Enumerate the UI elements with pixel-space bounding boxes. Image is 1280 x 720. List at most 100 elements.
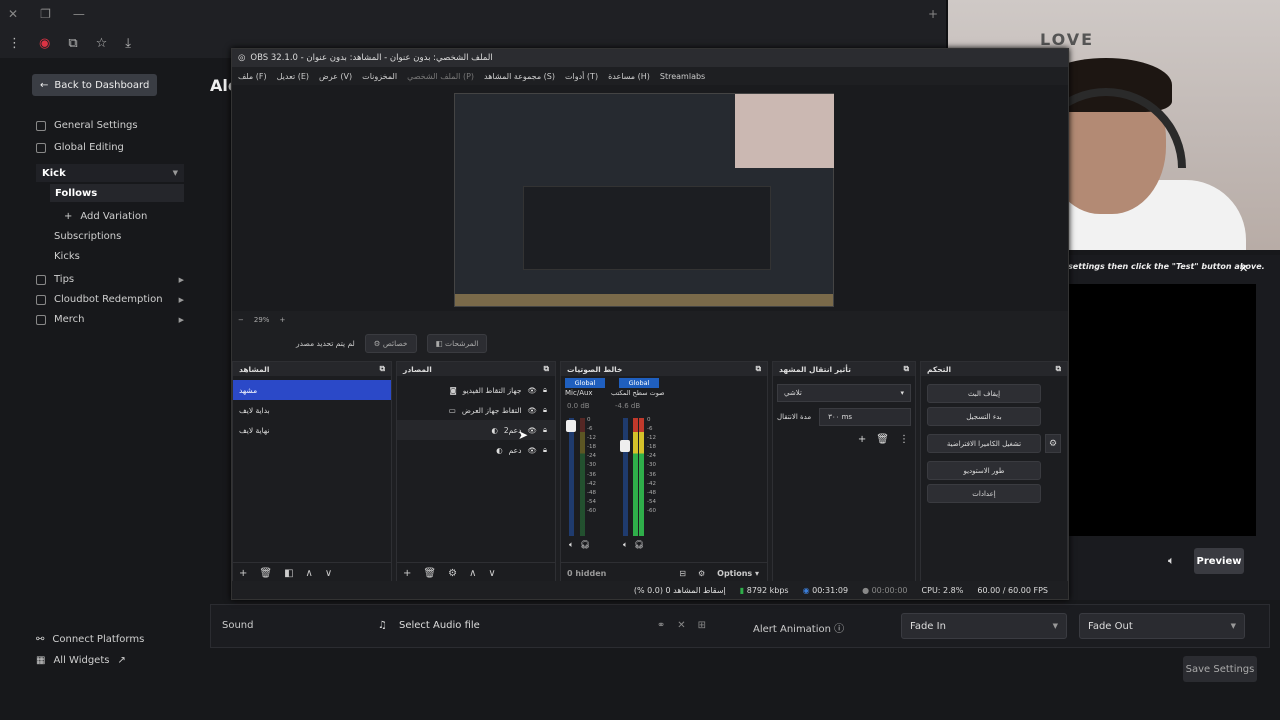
menu-profile[interactable]: الملف الشخصي (P) xyxy=(407,72,474,81)
minimize-icon[interactable]: — xyxy=(73,7,85,21)
star-icon[interactable]: ☆ xyxy=(96,36,108,51)
scene-item[interactable]: مشهد xyxy=(233,380,391,400)
desktop-volume-track[interactable] xyxy=(623,418,628,536)
connect-platforms-link[interactable]: ⚯ Connect Platforms xyxy=(36,634,144,645)
menu-file[interactable]: ملف (F) xyxy=(238,72,267,81)
popout-icon[interactable]: ⧉ xyxy=(756,364,761,374)
add-icon[interactable]: + xyxy=(239,568,247,579)
gear-icon[interactable]: ⚙ xyxy=(698,569,705,578)
stop-streaming-button[interactable]: إيقاف البث xyxy=(927,384,1041,403)
eye-icon[interactable]: 👁︎ xyxy=(527,426,537,435)
properties-button[interactable]: ⚙ خصائص xyxy=(364,333,417,353)
restore-icon[interactable]: ❐ xyxy=(40,7,51,21)
source-item[interactable]: دعم2 👁︎ 🔒︎ ◐ xyxy=(397,420,555,440)
speaker-icon[interactable]: 🔈︎ xyxy=(569,540,574,550)
desktop-volume-handle[interactable] xyxy=(620,440,630,452)
sidebar-item-kicks[interactable]: Kicks xyxy=(54,251,80,262)
sidebar-item-tips[interactable]: Tips ▶ xyxy=(36,274,184,285)
lock-icon[interactable]: 🔒︎ xyxy=(543,445,547,455)
source-item[interactable]: التقاط جهاز العرض 👁︎ 🔒︎ ▭ xyxy=(397,400,555,420)
zoom-in-button[interactable]: + xyxy=(279,316,285,324)
transition-type-select[interactable]: تلاشي ▾ xyxy=(777,384,911,402)
duration-input[interactable]: ٣٠٠ ms xyxy=(819,408,911,426)
gear-icon[interactable]: ⚙ xyxy=(448,568,457,579)
obs-preview-canvas[interactable] xyxy=(454,93,834,307)
scene-item[interactable]: نهاية لايف xyxy=(233,420,391,440)
studio-mode-button[interactable]: طور الاستوديو xyxy=(927,461,1041,480)
mic-volume-track[interactable] xyxy=(569,418,574,536)
eye-icon[interactable]: 👁︎ xyxy=(527,386,537,395)
lock-icon[interactable]: 🔒︎ xyxy=(543,425,547,435)
lock-icon[interactable]: 🔒︎ xyxy=(543,385,547,395)
grid-icon[interactable]: ⊞ xyxy=(698,620,706,631)
desktop-audio-label[interactable]: صوت سطح المكتب xyxy=(611,389,665,397)
download-icon[interactable]: ⤓ xyxy=(125,36,131,51)
scene-item[interactable]: بداية لايف xyxy=(233,400,391,420)
more-icon[interactable]: ⋮ xyxy=(899,434,909,445)
menu-icon[interactable]: ⋮ xyxy=(8,36,21,51)
start-recording-button[interactable]: بدء التسجيل xyxy=(927,407,1041,426)
new-tab-button[interactable]: + xyxy=(928,7,938,21)
headphones-icon[interactable]: 🎧︎ xyxy=(580,540,590,550)
trash-icon[interactable]: 🗑︎ xyxy=(876,434,889,445)
menu-streamlabs[interactable]: Streamlabs xyxy=(660,72,705,81)
up-icon[interactable]: ∧ xyxy=(469,568,476,579)
source-item[interactable]: دعم 👁︎ 🔒︎ ◐ xyxy=(397,440,555,460)
sidebar-item-global-editing[interactable]: Global Editing xyxy=(36,142,124,153)
save-settings-button[interactable]: Save Settings xyxy=(1183,656,1257,682)
down-icon[interactable]: ∨ xyxy=(488,568,495,579)
source-item[interactable]: جهاز التقاط الفيديو 👁︎ 🔒︎ ◙ xyxy=(397,380,555,400)
menu-scene-collection[interactable]: مجموعة المشاهد (S) xyxy=(484,72,555,81)
back-to-dashboard-button[interactable]: ← Back to Dashboard xyxy=(32,74,158,96)
down-icon[interactable]: ∨ xyxy=(325,568,332,579)
eye-icon[interactable]: 👁︎ xyxy=(527,406,537,415)
speaker-icon[interactable]: 🔈︎ xyxy=(623,540,628,550)
menu-edit[interactable]: تعديل (E) xyxy=(277,72,309,81)
menu-tools[interactable]: أدوات (T) xyxy=(565,72,598,81)
volume-icon[interactable]: 🔈︎ xyxy=(1168,554,1175,568)
menu-docks[interactable]: المخزونات xyxy=(362,72,397,81)
sidebar-item-general-settings[interactable]: General Settings xyxy=(36,120,138,131)
extension-icon[interactable]: ◉ xyxy=(39,36,50,51)
fade-out-select[interactable]: Fade Out ▼ xyxy=(1079,613,1245,639)
gear-icon[interactable]: ⚙ xyxy=(1045,434,1061,453)
popout-icon[interactable]: ⧉ xyxy=(380,364,385,374)
lock-icon[interactable]: 🔒︎ xyxy=(543,405,547,415)
up-icon[interactable]: ∧ xyxy=(306,568,313,579)
eye-icon[interactable]: 👁︎ xyxy=(527,446,537,455)
sidebar-item-follows[interactable]: Follows xyxy=(50,184,184,202)
select-audio-field[interactable]: ♫ Select Audio file ⚭ ✕ ⊞ xyxy=(372,612,712,638)
filter-icon[interactable]: ◧ xyxy=(284,568,293,579)
mic-aux-label[interactable]: Mic/Aux xyxy=(565,389,593,397)
link-icon[interactable]: ⚭ xyxy=(657,620,665,631)
fade-in-select[interactable]: Fade In ▼ xyxy=(901,613,1067,639)
trash-icon[interactable]: 🗑︎ xyxy=(259,568,272,579)
sidebar-item-kick[interactable]: Kick ▼ xyxy=(36,164,184,182)
add-icon[interactable]: + xyxy=(858,434,866,445)
add-icon[interactable]: + xyxy=(403,568,411,579)
filters-button[interactable]: ◧ المرشحات xyxy=(426,333,488,353)
puzzle-icon[interactable]: ⧉ xyxy=(68,36,77,51)
all-widgets-link[interactable]: ▦ All Widgets ↗ xyxy=(36,655,126,666)
preview-button[interactable]: Preview xyxy=(1194,548,1244,574)
mic-volume-handle[interactable] xyxy=(566,420,576,432)
menu-help[interactable]: مساعدة (H) xyxy=(608,72,650,81)
close-icon[interactable]: ✕ xyxy=(1239,262,1248,275)
zoom-out-button[interactable]: − xyxy=(238,316,244,324)
close-icon[interactable]: ✕ xyxy=(8,7,18,21)
settings-button[interactable]: إعدادات xyxy=(927,484,1041,503)
menu-view[interactable]: عرض (V) xyxy=(319,72,352,81)
start-virtual-camera-button[interactable]: تشغيل الكاميرا الافتراضية xyxy=(927,434,1041,453)
trash-icon[interactable]: 🗑︎ xyxy=(423,568,436,579)
headphones-icon[interactable]: 🎧︎ xyxy=(634,540,644,550)
popout-icon[interactable]: ⧉ xyxy=(904,364,909,374)
sidebar-item-cloudbot-redemption[interactable]: Cloudbot Redemption ▶ xyxy=(36,294,184,305)
sidebar-item-subscriptions[interactable]: Subscriptions xyxy=(54,231,121,242)
clear-icon[interactable]: ✕ xyxy=(677,620,685,631)
add-variation-button[interactable]: + Add Variation xyxy=(64,211,147,222)
popout-icon[interactable]: ⧉ xyxy=(544,364,549,374)
sidebar-item-merch[interactable]: Merch ▶ xyxy=(36,314,184,325)
popout-icon[interactable]: ⧉ xyxy=(1056,364,1061,374)
options-button[interactable]: Options ▾ xyxy=(717,569,759,578)
layout-icon[interactable]: ⊟ xyxy=(679,569,686,578)
